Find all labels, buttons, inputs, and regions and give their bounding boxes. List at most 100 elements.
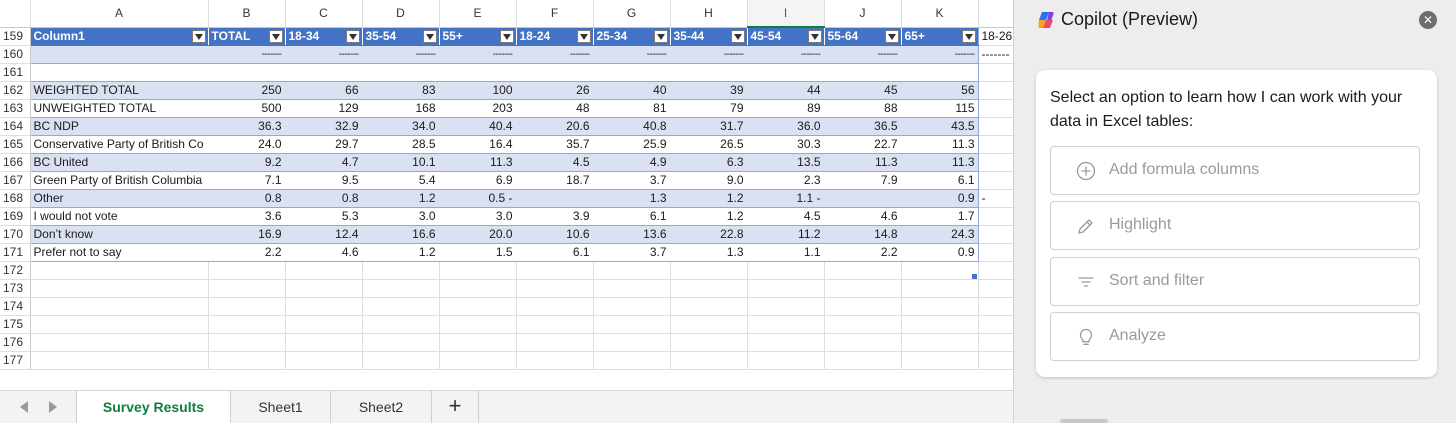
filter-dropdown-icon[interactable] — [961, 29, 976, 43]
table-cell[interactable]: 48 — [516, 99, 594, 118]
cell[interactable] — [439, 333, 517, 352]
row-number[interactable]: 165 — [0, 135, 31, 154]
table-cell[interactable] — [670, 63, 748, 82]
table-cell[interactable]: 81 — [593, 99, 671, 118]
table-cell[interactable]: 10.6 — [516, 225, 594, 244]
row-number[interactable]: 170 — [0, 225, 31, 244]
cell[interactable] — [747, 279, 825, 298]
table-cell[interactable]: 22.8 — [670, 225, 748, 244]
table-header-cell[interactable]: 18-34 — [285, 27, 363, 46]
table-cell[interactable]: 1.1 — [747, 243, 825, 262]
table-cell[interactable]: 168 — [362, 99, 440, 118]
table-cell[interactable]: 1.3 — [593, 189, 671, 208]
table-cell[interactable]: 39 — [670, 81, 748, 100]
table-cell[interactable] — [285, 63, 363, 82]
row-label-cell[interactable]: Other — [30, 189, 209, 208]
table-cell[interactable]: ------- — [670, 45, 748, 64]
table-header-cell[interactable]: 35-44 — [670, 27, 748, 46]
previous-sheet-icon[interactable] — [20, 401, 28, 413]
table-cell[interactable] — [208, 63, 286, 82]
cell[interactable] — [901, 297, 979, 316]
filter-dropdown-icon[interactable] — [653, 29, 668, 43]
cell[interactable] — [901, 261, 979, 280]
table-header-cell[interactable]: 55-64 — [824, 27, 902, 46]
cell[interactable] — [978, 81, 1013, 100]
table-cell[interactable]: 45 — [824, 81, 902, 100]
cell[interactable] — [362, 279, 440, 298]
row-number[interactable]: 162 — [0, 81, 31, 100]
row-number[interactable]: 174 — [0, 297, 31, 316]
table-cell[interactable]: 4.6 — [285, 243, 363, 262]
cell[interactable] — [824, 297, 902, 316]
cell[interactable] — [901, 333, 979, 352]
cell[interactable] — [30, 297, 209, 316]
row-number[interactable]: 169 — [0, 207, 31, 226]
table-cell[interactable]: 22.7 — [824, 135, 902, 154]
highlight-button[interactable]: Highlight — [1050, 201, 1420, 250]
table-cell[interactable]: 0.8 — [208, 189, 286, 208]
row-label-cell[interactable]: UNWEIGHTED TOTAL — [30, 99, 209, 118]
cell[interactable] — [208, 315, 286, 334]
cell[interactable] — [208, 279, 286, 298]
table-cell[interactable]: 13.5 — [747, 153, 825, 172]
cell[interactable] — [516, 297, 594, 316]
table-cell[interactable]: 16.9 — [208, 225, 286, 244]
cell[interactable] — [901, 315, 979, 334]
table-cell[interactable]: 20.0 — [439, 225, 517, 244]
cell[interactable] — [747, 261, 825, 280]
table-cell[interactable]: 31.7 — [670, 117, 748, 136]
cell[interactable] — [670, 333, 748, 352]
table-cell[interactable]: ------- — [824, 45, 902, 64]
cell[interactable] — [978, 153, 1013, 172]
table-cell[interactable]: 26.5 — [670, 135, 748, 154]
pane-resize-handle[interactable] — [1060, 419, 1108, 423]
filter-dropdown-icon[interactable] — [422, 29, 437, 43]
table-cell[interactable]: 3.7 — [593, 243, 671, 262]
cell[interactable] — [30, 333, 209, 352]
cell[interactable] — [978, 63, 1013, 82]
row-number[interactable]: 164 — [0, 117, 31, 136]
cell[interactable] — [747, 351, 825, 370]
row-label-cell[interactable]: Green Party of British Columbia — [30, 171, 209, 190]
row-label-cell[interactable]: WEIGHTED TOTAL — [30, 81, 209, 100]
sort-and-filter-button[interactable]: Sort and filter — [1050, 257, 1420, 306]
table-cell[interactable]: 40.4 — [439, 117, 517, 136]
cell[interactable] — [747, 333, 825, 352]
cell[interactable] — [208, 333, 286, 352]
cell[interactable] — [516, 279, 594, 298]
table-cell[interactable]: 9.0 — [670, 171, 748, 190]
table-cell[interactable]: 9.5 — [285, 171, 363, 190]
table-cell[interactable]: 24.0 — [208, 135, 286, 154]
table-cell[interactable]: 18.7 — [516, 171, 594, 190]
column-header[interactable]: A — [30, 0, 209, 28]
table-cell[interactable]: 24.3 — [901, 225, 979, 244]
filter-dropdown-icon[interactable] — [345, 29, 360, 43]
row-label-cell[interactable]: Conservative Party of British Co — [30, 135, 209, 154]
cell[interactable] — [978, 225, 1013, 244]
table-cell[interactable]: 16.6 — [362, 225, 440, 244]
row-label-cell[interactable]: I would not vote — [30, 207, 209, 226]
cell[interactable] — [978, 261, 1013, 280]
cell[interactable] — [593, 315, 671, 334]
table-cell[interactable]: 5.3 — [285, 207, 363, 226]
table-cell[interactable]: 500 — [208, 99, 286, 118]
cell[interactable] — [593, 351, 671, 370]
table-cell[interactable]: ------- — [208, 45, 286, 64]
cell[interactable]: 18-26 — [978, 27, 1013, 46]
column-header[interactable] — [978, 0, 1013, 28]
table-cell[interactable]: 29.7 — [285, 135, 363, 154]
table-cell[interactable]: 4.7 — [285, 153, 363, 172]
table-cell[interactable]: 6.1 — [901, 171, 979, 190]
table-cell[interactable]: 79 — [670, 99, 748, 118]
table-cell[interactable]: 3.0 — [439, 207, 517, 226]
row-number[interactable]: 177 — [0, 351, 31, 370]
add-sheet-button[interactable]: + — [432, 391, 479, 423]
cell[interactable] — [439, 315, 517, 334]
table-cell[interactable]: 40.8 — [593, 117, 671, 136]
cell[interactable] — [516, 333, 594, 352]
table-cell[interactable]: 2.3 — [747, 171, 825, 190]
cell[interactable]: - — [978, 189, 1013, 208]
cell[interactable] — [30, 279, 209, 298]
column-header[interactable]: F — [516, 0, 594, 28]
table-cell[interactable]: ------- — [439, 45, 517, 64]
